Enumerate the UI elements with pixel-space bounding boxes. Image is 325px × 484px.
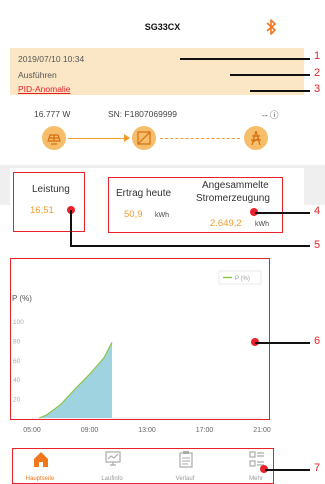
leistung-value: 16,51 xyxy=(30,205,54,216)
chart-ytick: 100 xyxy=(13,319,24,326)
chart-legend-label: P (%) xyxy=(235,276,250,282)
callout-line-5b xyxy=(70,245,310,247)
nav-tab-label: Mehr xyxy=(249,476,263,482)
chart-xtick: 13:00 xyxy=(138,427,156,434)
nav-tab-label: Laufinfo xyxy=(101,476,123,482)
chart-ytick: 20 xyxy=(13,397,21,404)
gesamt-label-2: Stromerzeugung xyxy=(196,193,270,204)
home-icon xyxy=(34,452,48,467)
power-chart: P (%) 100 80 60 40 20 05:00 09:00 13:00 17:00 21:0… xyxy=(10,255,274,434)
energy-flow: 16.777 W SN: F1807069999 -- ⓘ xyxy=(10,105,304,165)
callout-line-1 xyxy=(180,58,310,60)
callout-line-5 xyxy=(70,210,72,246)
bluetooth-icon[interactable] xyxy=(264,18,278,36)
inverter-icon xyxy=(132,126,156,150)
chart-svg: P (%) 100 80 60 40 20 05:00 09:00 13:00 17:00 21:0… xyxy=(12,270,271,434)
chart-xtick: 05:00 xyxy=(23,427,41,434)
chart-ytick: 60 xyxy=(13,358,21,365)
callout-3: 3 xyxy=(314,83,321,95)
nav-tab-mehr[interactable]: Mehr xyxy=(226,450,286,484)
nav-tab-hauptseite[interactable]: Hauptseite xyxy=(10,450,70,484)
serial-number: SN: F1807069999 xyxy=(108,109,177,119)
bottom-nav: Hauptseite Laufinfo Verlauf Mehr xyxy=(0,450,325,484)
callout-4: 4 xyxy=(314,205,321,217)
nav-tab-verlauf[interactable]: Verlauf xyxy=(155,450,215,484)
callout-6: 6 xyxy=(314,335,321,347)
clipboard-icon xyxy=(179,451,193,468)
ertrag-label: Ertrag heute xyxy=(116,188,172,199)
chart-ytick: 40 xyxy=(13,377,21,384)
chart-ylabel: P (%) xyxy=(12,294,32,303)
nav-tab-label: Verlauf xyxy=(175,476,195,482)
gesamt-label-1: Angesammelte xyxy=(202,180,269,191)
pv-power: 16.777 W xyxy=(34,109,71,119)
ertrag-unit: kWh xyxy=(155,212,169,219)
chart-ytick: 80 xyxy=(13,338,21,345)
grid-value: -- ⓘ xyxy=(262,110,279,120)
callout-line-4 xyxy=(255,212,310,214)
nav-tab-laufinfo[interactable]: Laufinfo xyxy=(82,450,142,484)
callout-line-3 xyxy=(250,90,310,92)
flow-dash-2 xyxy=(160,138,240,140)
leistung-highlight xyxy=(13,172,85,232)
gesamt-value: 2.649,2 xyxy=(210,218,242,229)
callout-2: 2 xyxy=(314,67,321,79)
flow-arrow-1 xyxy=(68,138,126,140)
monitor-icon xyxy=(105,451,121,466)
leistung-label: Leistung xyxy=(32,184,70,195)
chart-xtick: 21:00 xyxy=(253,427,271,434)
callout-line-2 xyxy=(230,74,310,76)
chart-xtick: 09:00 xyxy=(81,427,99,434)
status-datetime: 2019/07/10 10:34 xyxy=(18,54,85,64)
status-state: Ausführen xyxy=(18,70,57,80)
ertrag-value: 50,9 xyxy=(124,209,143,220)
fault-link[interactable]: PID-Anomalie xyxy=(18,84,70,94)
flow-arrowhead-1 xyxy=(124,134,130,142)
status-panel: 2019/07/10 10:34 Ausführen PID-Anomalie xyxy=(10,48,304,95)
callout-line-7 xyxy=(265,469,310,471)
app-header: SG33CX xyxy=(0,14,325,44)
gesamt-unit: kWh xyxy=(255,221,269,228)
callout-5: 5 xyxy=(314,239,321,251)
callout-line-6 xyxy=(255,342,310,344)
chart-xtick: 17:00 xyxy=(196,427,214,434)
pv-panel-icon xyxy=(42,126,66,150)
callout-7: 7 xyxy=(314,462,321,474)
nav-tab-label: Hauptseite xyxy=(25,476,55,482)
grid-tower-icon xyxy=(244,126,268,150)
callout-1: 1 xyxy=(314,50,321,62)
chart-area xyxy=(39,342,113,418)
